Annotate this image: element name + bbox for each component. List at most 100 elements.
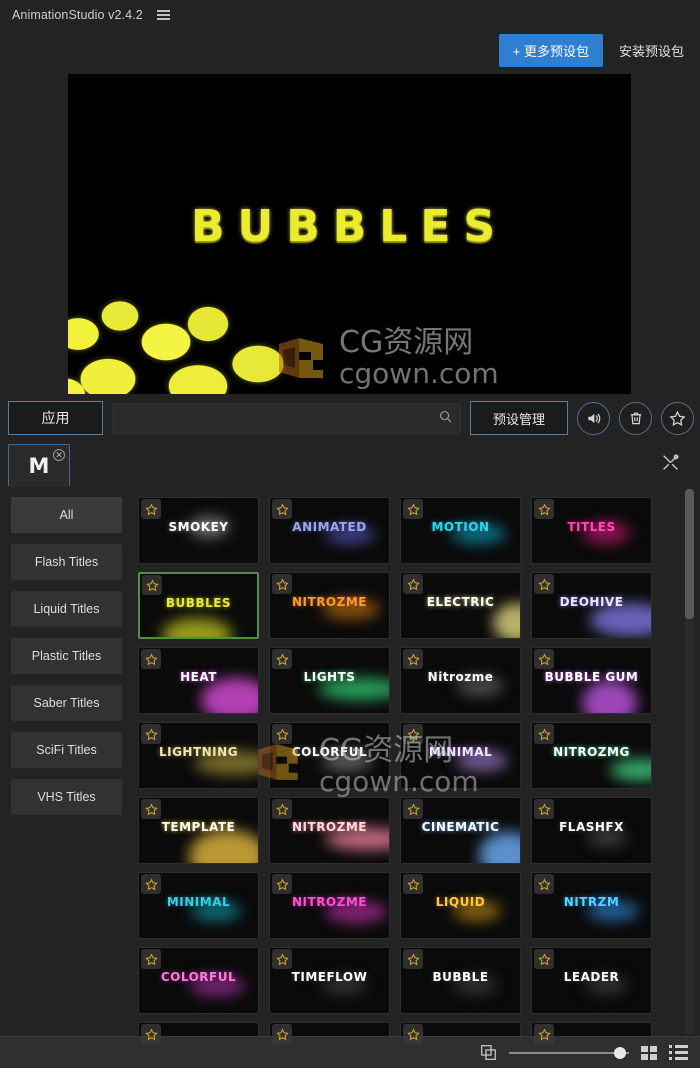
search-box[interactable] <box>112 402 461 434</box>
preset-thumbnail[interactable]: ELECTRIC <box>400 572 521 639</box>
favorite-star-icon[interactable] <box>141 949 161 969</box>
trash-icon[interactable] <box>619 401 652 435</box>
favorite-star-icon[interactable] <box>661 401 694 435</box>
slider-knob[interactable] <box>614 1046 626 1059</box>
preset-thumbnail[interactable]: BUBBLE <box>400 947 521 1014</box>
apply-button[interactable]: 应用 <box>8 401 103 435</box>
sidebar-item-plastic-titles[interactable]: Plastic Titles <box>11 638 122 674</box>
more-packs-button[interactable]: + 更多预设包 <box>498 33 603 67</box>
preset-thumbnail[interactable]: NITROZME <box>269 572 390 639</box>
favorite-star-icon[interactable] <box>403 799 423 819</box>
favorite-star-icon[interactable] <box>272 949 292 969</box>
preset-thumbnail[interactable]: NITROZMG <box>531 722 652 789</box>
sidebar-item-all[interactable]: All <box>11 497 122 533</box>
favorite-star-icon[interactable] <box>141 649 161 669</box>
favorite-star-icon[interactable] <box>272 799 292 819</box>
favorite-star-icon[interactable] <box>403 874 423 894</box>
sidebar-item-flash-titles[interactable]: Flash Titles <box>11 544 122 580</box>
sidebar-item-scifi-titles[interactable]: SciFi Titles <box>11 732 122 768</box>
favorite-star-icon[interactable] <box>141 1024 161 1044</box>
preset-thumbnail[interactable]: FLASHFX <box>531 797 652 864</box>
preset-thumbnail[interactable]: HEAT <box>138 647 259 714</box>
favorite-star-icon[interactable] <box>534 799 554 819</box>
install-packs-button[interactable]: 安装预设包 <box>617 34 686 67</box>
preset-thumbnail[interactable]: LEADER <box>531 947 652 1014</box>
preset-thumbnail[interactable]: BUBBLE GUM <box>531 647 652 714</box>
hamburger-icon[interactable] <box>155 7 172 23</box>
grid-view-icon[interactable] <box>641 1045 657 1060</box>
preset-thumbnail[interactable]: LIGHTNING <box>138 722 259 789</box>
preset-thumbnail[interactable]: TITLES <box>531 497 652 564</box>
preset-label: TITLES <box>567 520 616 534</box>
preview-canvas[interactable]: BUBBLES CG资源网 cgown.com <box>68 74 631 394</box>
favorite-star-icon[interactable] <box>141 499 161 519</box>
favorite-star-icon[interactable] <box>534 1024 554 1044</box>
preset-thumbnail[interactable]: CINEMATIC <box>400 797 521 864</box>
favorite-star-icon[interactable] <box>403 574 423 594</box>
preset-thumbnail[interactable]: BUBBLES <box>138 572 259 639</box>
favorite-star-icon[interactable] <box>141 799 161 819</box>
favorite-star-icon[interactable] <box>272 874 292 894</box>
application-window: AnimationStudio v2.4.2 + 更多预设包 安装预设包 BUB… <box>0 0 700 1068</box>
tools-icon[interactable] <box>661 453 680 477</box>
preset-thumbnail[interactable]: TIMEFLOW <box>269 947 390 1014</box>
preview-area: BUBBLES CG资源网 cgown.com <box>0 70 700 395</box>
close-icon[interactable]: ✕ <box>53 449 65 461</box>
preset-label: NITRZM <box>563 895 620 909</box>
sidebar-item-liquid-titles[interactable]: Liquid Titles <box>11 591 122 627</box>
preset-thumbnail[interactable]: MINIMAL <box>138 872 259 939</box>
search-icon[interactable] <box>439 410 452 426</box>
preset-label: LEADER <box>563 970 620 984</box>
preset-thumbnail[interactable]: Nitrozme <box>400 647 521 714</box>
favorite-star-icon[interactable] <box>272 649 292 669</box>
sidebar-item-saber-titles[interactable]: Saber Titles <box>11 685 122 721</box>
watermark-line1: CG资源网 <box>339 325 474 361</box>
preset-thumbnail[interactable]: TEMPLATE <box>138 797 259 864</box>
preset-label: LIGHTNING <box>158 745 239 759</box>
preset-thumbnail[interactable]: NITRZM <box>531 872 652 939</box>
preset-label: TEMPLATE <box>161 820 236 834</box>
favorite-star-icon[interactable] <box>534 649 554 669</box>
list-view-icon[interactable] <box>669 1045 688 1060</box>
preset-thumbnail[interactable]: COLORFUL <box>138 947 259 1014</box>
tab-logo: M <box>28 453 50 478</box>
favorite-star-icon[interactable] <box>141 874 161 894</box>
preset-thumbnail[interactable]: NITROZME <box>269 797 390 864</box>
grid-scrollbar-thumb[interactable] <box>685 489 694 619</box>
favorite-star-icon[interactable] <box>403 949 423 969</box>
resize-icon[interactable] <box>480 1044 497 1061</box>
favorite-star-icon[interactable] <box>534 574 554 594</box>
preset-thumbnail[interactable]: SMOKEY <box>138 497 259 564</box>
favorite-star-icon[interactable] <box>272 574 292 594</box>
favorite-star-icon[interactable] <box>534 724 554 744</box>
favorite-star-icon[interactable] <box>403 649 423 669</box>
favorite-star-icon[interactable] <box>534 874 554 894</box>
favorite-star-icon[interactable] <box>142 575 162 595</box>
preset-label: LIGHTS <box>303 670 356 684</box>
search-input[interactable] <box>113 403 460 433</box>
favorite-star-icon[interactable] <box>403 1024 423 1044</box>
preset-thumbnail[interactable]: DEOHIVE <box>531 572 652 639</box>
preset-thumbnail[interactable]: LIGHTS <box>269 647 390 714</box>
preset-label: NITROZME <box>292 595 367 609</box>
preset-thumbnail[interactable]: NITROZME <box>269 872 390 939</box>
preset-thumbnail[interactable]: MOTION <box>400 497 521 564</box>
preset-manage-button[interactable]: 预设管理 <box>470 401 568 435</box>
favorite-star-icon[interactable] <box>403 499 423 519</box>
thumbnail-size-slider[interactable] <box>509 1045 629 1061</box>
speaker-icon[interactable] <box>577 401 610 435</box>
favorite-star-icon[interactable] <box>534 949 554 969</box>
preset-label: BUBBLE <box>432 970 489 984</box>
grid-scrollbar-track[interactable] <box>685 489 694 1035</box>
tab-preset-pack[interactable]: M ✕ <box>8 444 70 486</box>
preset-thumbnail[interactable]: ANIMATED <box>269 497 390 564</box>
favorite-star-icon[interactable] <box>272 499 292 519</box>
thumbnail-glow <box>582 680 637 713</box>
favorite-star-icon[interactable] <box>272 1024 292 1044</box>
favorite-star-icon[interactable] <box>141 724 161 744</box>
header-bar: + 更多预设包 安装预设包 <box>0 30 700 70</box>
preset-thumbnail[interactable]: LIQUID <box>400 872 521 939</box>
sidebar-item-vhs-titles[interactable]: VHS Titles <box>11 779 122 815</box>
preset-label: NITROZME <box>292 820 367 834</box>
favorite-star-icon[interactable] <box>534 499 554 519</box>
